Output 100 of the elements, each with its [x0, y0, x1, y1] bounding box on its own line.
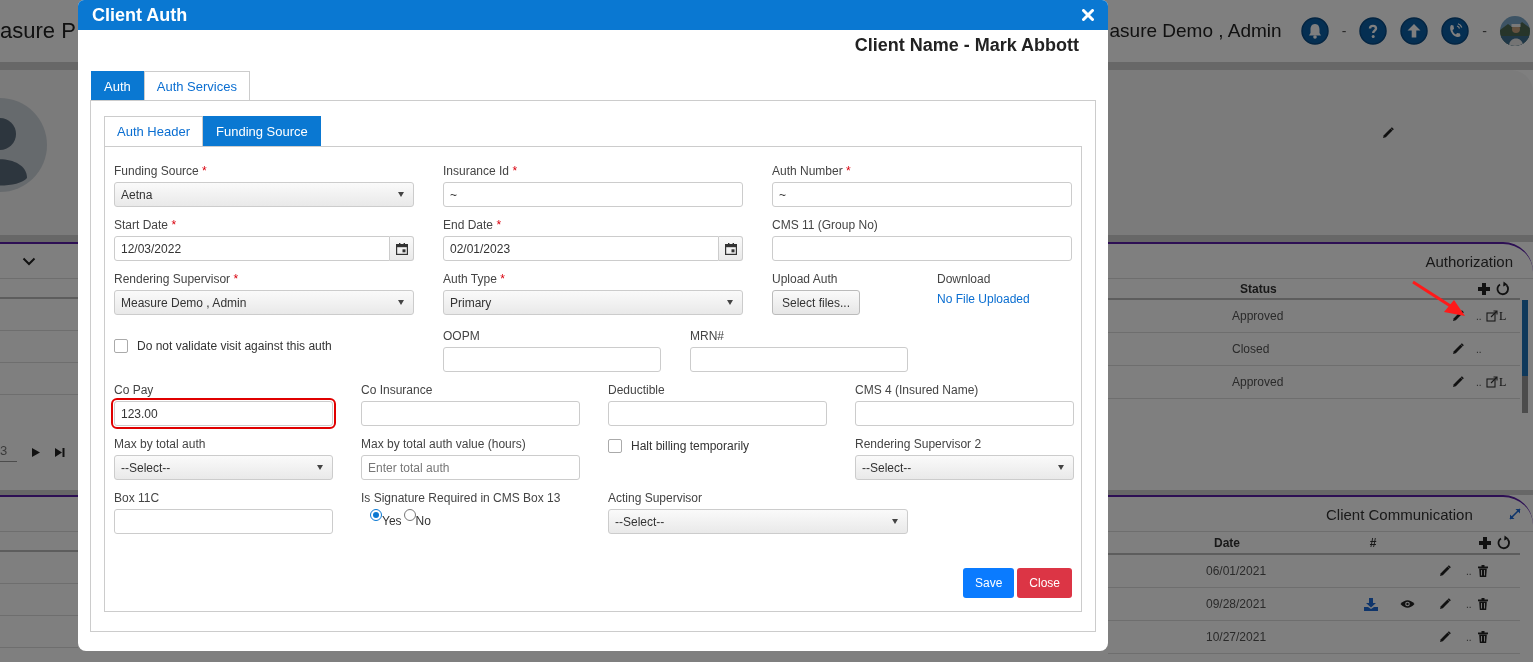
pencil-icon[interactable]	[1439, 565, 1451, 577]
download-link[interactable]: No File Uploaded	[937, 292, 1073, 306]
radio-label: No	[415, 513, 431, 528]
last-page-icon[interactable]	[55, 448, 65, 457]
external-link-icon[interactable]	[1486, 376, 1498, 388]
field-label: Rendering Supervisor 2	[855, 437, 983, 452]
status-cell-text: Approved	[1232, 309, 1285, 323]
bell-icon[interactable]	[1300, 17, 1329, 45]
caret-icon	[892, 519, 898, 524]
trash-icon[interactable]	[1478, 565, 1488, 577]
field-label: MRN#	[690, 329, 725, 344]
trash-icon[interactable]	[1478, 598, 1488, 610]
trash-icon[interactable]	[1478, 631, 1488, 643]
calendar-button[interactable]	[719, 236, 743, 261]
input-field[interactable]: Enter total auth	[361, 455, 580, 480]
pencil-icon[interactable]	[1439, 631, 1451, 643]
input-field[interactable]: 123.00	[114, 401, 333, 426]
field-label: Max by total auth value (hours)	[361, 437, 527, 452]
link-label[interactable]: L	[1499, 308, 1507, 324]
tab[interactable]: Funding Source	[203, 116, 321, 146]
field-label: Box 11C	[114, 491, 161, 506]
user-name: asure Demo , Admin	[1109, 20, 1282, 42]
field-label: Deductible	[608, 383, 666, 398]
field-label: Upload Auth	[772, 272, 839, 287]
caret-icon	[398, 300, 404, 305]
external-link-icon[interactable]	[1486, 310, 1498, 322]
column-header: #	[1368, 535, 1377, 550]
date-cell-text: 06/01/2021	[1206, 564, 1268, 578]
field-label: Insurance Id *	[443, 164, 519, 179]
plus-icon[interactable]	[1478, 535, 1492, 550]
checkbox-label: Do not validate visit against this auth	[137, 339, 332, 353]
dropdown[interactable]: --Select--	[114, 455, 333, 480]
upload-button[interactable]: Select files...	[772, 290, 860, 315]
pencil-icon[interactable]	[1382, 126, 1394, 139]
arrow-up-icon[interactable]	[1400, 17, 1429, 45]
field-label: Co Insurance	[361, 383, 434, 398]
input-field[interactable]	[114, 509, 333, 534]
pencil-icon[interactable]	[1452, 343, 1464, 355]
checkbox[interactable]	[608, 439, 622, 453]
dropdown[interactable]: Measure Demo , Admin	[114, 290, 414, 315]
pencil-icon[interactable]	[1452, 376, 1464, 388]
input-field[interactable]	[855, 401, 1074, 426]
date-field[interactable]: 02/01/2023	[443, 236, 719, 261]
eye-icon[interactable]	[1399, 599, 1415, 609]
checkbox-label: Halt billing temporarily	[631, 439, 750, 453]
input-field[interactable]	[443, 347, 661, 372]
radio-button[interactable]	[403, 509, 416, 521]
checkbox[interactable]	[114, 339, 128, 353]
download-icon[interactable]	[1364, 597, 1378, 611]
separator: ..	[1465, 565, 1473, 577]
status-cell-text: Approved	[1232, 375, 1285, 389]
refresh-icon[interactable]	[1497, 535, 1511, 550]
date-cell-text: 10/27/2021	[1206, 630, 1268, 644]
input-field[interactable]	[690, 347, 908, 372]
next-page-icon[interactable]	[32, 448, 40, 457]
input-field[interactable]: ~	[772, 182, 1072, 207]
field-label: CMS 11 (Group No)	[772, 218, 879, 233]
dropdown[interactable]: Aetna	[114, 182, 414, 207]
caret-icon	[1058, 465, 1064, 470]
save-button[interactable]: Save	[962, 568, 1015, 598]
tab[interactable]: Auth	[91, 71, 144, 100]
panel-title: Authorization	[1425, 252, 1513, 270]
annotation-arrow	[1410, 279, 1468, 319]
expand-icon[interactable]	[1508, 508, 1521, 520]
column-header: Status	[1239, 281, 1278, 296]
field-label: Funding Source *	[114, 164, 208, 179]
caret-icon	[317, 465, 323, 470]
field-label: End Date *	[443, 218, 503, 233]
input-field[interactable]	[361, 401, 580, 426]
pencil-icon[interactable]	[1439, 598, 1451, 610]
dropdown[interactable]: Primary	[443, 290, 743, 315]
radio-button[interactable]	[370, 509, 382, 521]
separator: -	[1341, 23, 1347, 39]
calendar-button[interactable]	[390, 236, 414, 261]
input-field[interactable]: ~	[443, 182, 743, 207]
dropdown[interactable]: --Select--	[608, 509, 908, 534]
input-field[interactable]	[608, 401, 827, 426]
field-label: Max by total auth	[114, 437, 207, 452]
client-name: Client Name - Mark Abbott	[854, 34, 1079, 56]
field-label: Auth Type *	[443, 272, 506, 287]
app-title: asure P	[0, 18, 76, 44]
link-label[interactable]: L	[1499, 374, 1507, 390]
refresh-icon[interactable]	[1496, 281, 1510, 296]
close-icon[interactable]	[1082, 9, 1094, 21]
calendar-icon	[395, 242, 408, 255]
scrollbar[interactable]	[1522, 300, 1528, 413]
tab[interactable]: Auth Header	[104, 116, 203, 146]
help-icon[interactable]	[1359, 17, 1388, 45]
chevron-down-icon[interactable]	[22, 256, 36, 266]
status-cell-text: Closed	[1232, 342, 1271, 356]
phone-icon[interactable]	[1441, 17, 1470, 45]
close-button[interactable]: Close	[1017, 568, 1072, 598]
tab[interactable]: Auth Services	[143, 71, 250, 100]
dropdown[interactable]: --Select--	[855, 455, 1074, 480]
input-field[interactable]	[772, 236, 1072, 261]
separator: ..	[1475, 343, 1483, 355]
radio-label: Yes	[382, 513, 402, 528]
plus-icon[interactable]	[1477, 281, 1491, 296]
date-field[interactable]: 12/03/2022	[114, 236, 390, 261]
calendar-icon	[724, 242, 737, 255]
